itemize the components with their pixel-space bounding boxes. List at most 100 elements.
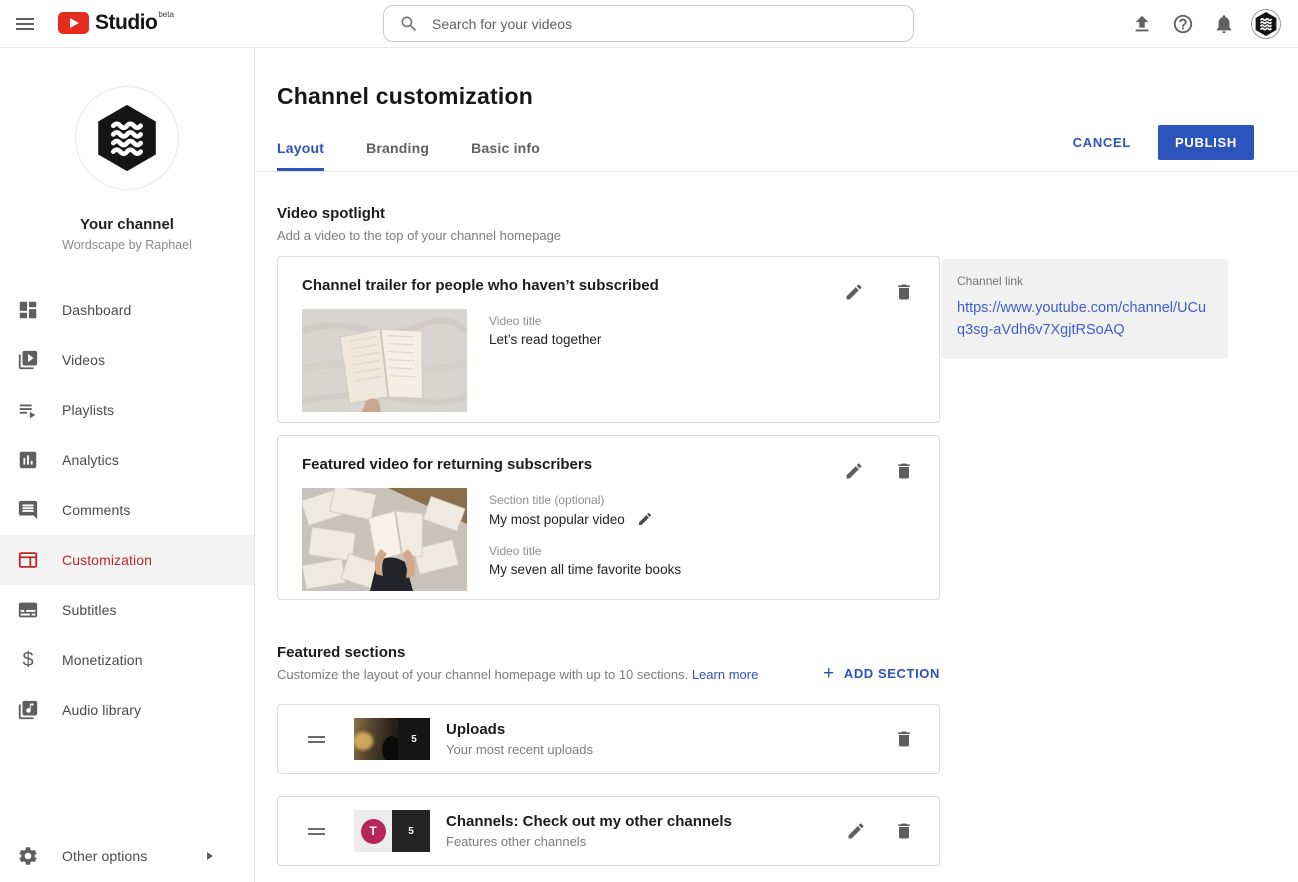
content-area: Video spotlight Add a video to the top o… — [256, 172, 1298, 866]
delete-icon[interactable] — [894, 821, 914, 841]
upload-icon[interactable] — [1121, 0, 1162, 48]
add-section-button[interactable]: + ADD SECTION — [823, 666, 940, 681]
youtube-play-icon — [58, 12, 89, 34]
add-section-label: ADD SECTION — [844, 666, 940, 681]
card-title: Featured video for returning subscribers — [302, 456, 915, 473]
tabs-row: Layout Branding Basic info CANCEL PUBLIS… — [277, 125, 1298, 171]
video-spotlight-subtitle: Add a video to the top of your channel h… — [277, 228, 1298, 243]
sidebar-item-customization[interactable]: Customization — [0, 535, 254, 585]
field-label: Video title — [489, 314, 601, 328]
top-bar: Studio beta — [0, 0, 1298, 48]
topbar-actions — [1121, 0, 1287, 48]
sidebar: Your channel Wordscape by Raphael Dashbo… — [0, 48, 255, 882]
analytics-icon — [17, 449, 39, 471]
search-bar — [383, 5, 914, 42]
menu-icon[interactable] — [13, 12, 37, 36]
featured-sections-title: Featured sections — [277, 644, 940, 661]
edit-icon[interactable] — [637, 511, 653, 527]
field-value: My seven all time favorite books — [489, 562, 681, 577]
featured-sections: Featured sections Customize the layout o… — [277, 644, 940, 866]
learn-more-link[interactable]: Learn more — [692, 667, 758, 682]
featured-section-row-uploads: 5 Uploads Your most recent uploads — [277, 704, 940, 774]
channel-count: 5 — [408, 826, 414, 837]
sidebar-item-subtitles[interactable]: Subtitles — [0, 585, 254, 635]
monetization-icon: $ — [17, 649, 39, 671]
video-thumbnail-open-book — [302, 309, 467, 412]
video-count: 5 — [411, 734, 417, 745]
chevron-right-icon — [207, 852, 213, 860]
tab-branding[interactable]: Branding — [366, 140, 429, 171]
row-info: Channels: Check out my other channels Fe… — [446, 813, 732, 849]
tab-basic-info[interactable]: Basic info — [471, 140, 540, 171]
header-actions: CANCEL PUBLISH — [1073, 125, 1254, 160]
sidebar-item-monetization[interactable]: $ Monetization — [0, 635, 254, 685]
featured-section-row-channels: T 5 Channels: Check out my other channel… — [277, 796, 940, 866]
beta-label: beta — [158, 10, 174, 19]
sidebar-item-label: Monetization — [62, 652, 143, 668]
row-title: Channels: Check out my other channels — [446, 813, 732, 830]
publish-button[interactable]: PUBLISH — [1158, 125, 1254, 160]
gear-icon — [17, 845, 39, 867]
search-input[interactable] — [432, 16, 913, 32]
sidebar-item-analytics[interactable]: Analytics — [0, 435, 254, 485]
sidebar-item-dashboard[interactable]: Dashboard — [0, 285, 254, 335]
drag-handle-icon[interactable] — [308, 733, 325, 746]
help-icon[interactable] — [1162, 0, 1203, 48]
cancel-button[interactable]: CANCEL — [1073, 135, 1131, 150]
sidebar-item-comments[interactable]: Comments — [0, 485, 254, 535]
uploads-thumbnail: 5 — [354, 718, 430, 760]
account-avatar[interactable] — [1251, 9, 1281, 39]
row-title: Uploads — [446, 721, 593, 738]
card-fields: Video title Let’s read together — [489, 309, 601, 412]
sidebar-item-label: Playlists — [62, 402, 114, 418]
sidebar-item-label: Analytics — [62, 452, 119, 468]
featured-sections-subtitle: Customize the layout of your channel hom… — [277, 667, 758, 682]
featured-sections-head: Customize the layout of your channel hom… — [277, 661, 940, 682]
delete-icon[interactable] — [894, 461, 914, 481]
sidebar-item-videos[interactable]: Videos — [0, 335, 254, 385]
channel-avatar — [75, 86, 179, 190]
notifications-icon[interactable] — [1203, 0, 1244, 48]
edit-icon[interactable] — [844, 461, 864, 481]
youtube-studio-logo[interactable]: Studio beta — [58, 11, 174, 35]
card-actions — [844, 461, 914, 481]
video-thumbnail-scattered-books — [302, 488, 467, 591]
edit-icon[interactable] — [846, 821, 866, 841]
field-value: Let’s read together — [489, 332, 601, 347]
sidebar-item-label: Videos — [62, 352, 105, 368]
row-actions — [846, 821, 914, 841]
channel-badge-panel: T — [354, 810, 392, 852]
sidebar-item-audio-library[interactable]: Audio library — [0, 685, 254, 735]
sidebar-item-other-options[interactable]: Other options — [0, 829, 254, 882]
channel-link-box: Channel link https://www.youtube.com/cha… — [941, 259, 1228, 359]
sidebar-item-label: Customization — [62, 552, 152, 568]
field-label: Section title (optional) — [489, 493, 681, 507]
other-options-label: Other options — [62, 848, 147, 864]
plus-icon: + — [823, 667, 835, 681]
sidebar-item-label: Comments — [62, 502, 130, 518]
card-actions — [844, 282, 914, 302]
page-header: Channel customization Layout Branding Ba… — [256, 48, 1298, 171]
channel-link-url[interactable]: https://www.youtube.com/channel/UCuq3sg-… — [957, 297, 1210, 342]
sidebar-item-label: Dashboard — [62, 302, 131, 318]
card-body: Video title Let’s read together — [302, 309, 915, 412]
sidebar-item-label: Audio library — [62, 702, 141, 718]
channel-trailer-card: Channel trailer for people who haven’t s… — [277, 256, 940, 423]
card-fields: Section title (optional) My most popular… — [489, 488, 681, 591]
sidebar-item-playlists[interactable]: Playlists — [0, 385, 254, 435]
search-icon — [399, 14, 419, 34]
field-value: My most popular video — [489, 511, 681, 527]
sidebar-item-label: Subtitles — [62, 602, 117, 618]
delete-icon[interactable] — [894, 282, 914, 302]
channel-count-panel: 5 — [392, 810, 430, 852]
video-count-panel: 5 — [398, 718, 430, 760]
drag-handle-icon[interactable] — [308, 825, 325, 838]
channel-header: Your channel Wordscape by Raphael — [0, 48, 254, 252]
row-subtitle: Features other channels — [446, 834, 732, 849]
delete-icon[interactable] — [894, 729, 914, 749]
comments-icon — [17, 499, 39, 521]
edit-icon[interactable] — [844, 282, 864, 302]
tab-layout[interactable]: Layout — [277, 140, 324, 171]
featured-sections-subtitle-text: Customize the layout of your channel hom… — [277, 667, 688, 682]
channel-link-label: Channel link — [957, 274, 1212, 288]
